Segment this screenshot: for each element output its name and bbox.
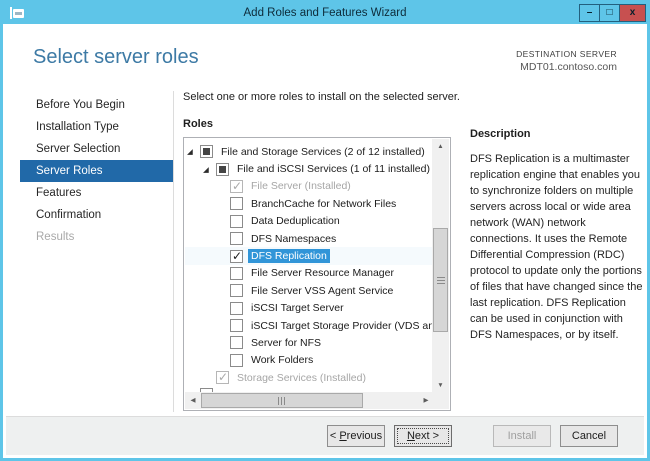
- sidebar-item-results: Results: [20, 226, 173, 248]
- instruction-text: Select one or more roles to install on t…: [183, 91, 453, 103]
- roles-tree-rows: ◢ File and Storage Services (2 of 12 ins…: [185, 139, 434, 394]
- collapse-triangle-icon[interactable]: ◢: [187, 145, 200, 158]
- wizard-content: Select server roles DESTINATION SERVER M…: [6, 27, 644, 416]
- tree-item-dfs-replication[interactable]: DFS Replication: [185, 247, 434, 264]
- scrollbar-corner: [432, 392, 449, 409]
- roles-tree: ◢ File and Storage Services (2 of 12 ins…: [183, 137, 451, 411]
- sidebar-item-confirmation[interactable]: Confirmation: [20, 204, 173, 226]
- tree-item-branchcache[interactable]: BranchCache for Network Files: [185, 195, 434, 212]
- tree-item-file-server[interactable]: File Server (Installed): [185, 178, 434, 195]
- install-button[interactable]: Install: [493, 425, 551, 447]
- tree-item-server-for-nfs[interactable]: Server for NFS: [185, 334, 434, 351]
- horizontal-scroll-thumb[interactable]: [201, 393, 363, 408]
- thumb-grip: [278, 397, 286, 405]
- tree-item-dfs-namespaces[interactable]: DFS Namespaces: [185, 230, 434, 247]
- checkbox-checked-disabled: [216, 371, 229, 384]
- scroll-up-arrow-icon[interactable]: ▲: [432, 139, 449, 155]
- sidebar-divider: [173, 91, 174, 412]
- tree-item-storage-services[interactable]: Storage Services (Installed): [185, 369, 434, 386]
- tree-item-fs-resource-manager[interactable]: File Server Resource Manager: [185, 265, 434, 282]
- checkbox-unchecked[interactable]: [230, 197, 243, 210]
- next-button[interactable]: Next >: [394, 425, 452, 447]
- checkbox-unchecked[interactable]: [230, 267, 243, 280]
- wizard-window: Add Roles and Features Wizard – □ x Sele…: [0, 0, 650, 461]
- wizard-steps-sidebar: Before You Begin Installation Type Serve…: [20, 94, 173, 248]
- checkbox-unchecked[interactable]: [230, 302, 243, 315]
- description-heading: Description: [470, 128, 644, 140]
- titlebar: Add Roles and Features Wizard – □ x: [3, 3, 647, 24]
- checkbox-unchecked[interactable]: [230, 354, 243, 367]
- destination-server-block: DESTINATION SERVER MDT01.contoso.com: [516, 49, 617, 73]
- destination-server-label: DESTINATION SERVER: [516, 49, 617, 59]
- checkbox-indeterminate[interactable]: [216, 163, 229, 176]
- roles-pane: Select one or more roles to install on t…: [183, 91, 453, 411]
- page-title: Select server roles: [33, 46, 199, 69]
- description-text: DFS Replication is a multimaster replica…: [470, 151, 644, 343]
- tree-item-file-and-iscsi-services[interactable]: ◢ File and iSCSI Services (1 of 11 insta…: [185, 160, 434, 177]
- wizard-footer: < Previous Next > Install Cancel: [6, 416, 644, 455]
- sidebar-item-server-roles[interactable]: Server Roles: [20, 160, 173, 182]
- checkbox-unchecked[interactable]: [230, 319, 243, 332]
- tree-item-data-deduplication[interactable]: Data Deduplication: [185, 213, 434, 230]
- scroll-left-arrow-icon[interactable]: ◀: [185, 392, 201, 409]
- tree-item-work-folders[interactable]: Work Folders: [185, 352, 434, 369]
- sidebar-item-features[interactable]: Features: [20, 182, 173, 204]
- tree-item-iscsi-target-server[interactable]: iSCSI Target Server: [185, 300, 434, 317]
- vertical-scrollbar[interactable]: ▲ ▼: [432, 139, 449, 394]
- checkbox-unchecked[interactable]: [230, 336, 243, 349]
- vertical-scroll-thumb[interactable]: [433, 228, 448, 332]
- checkbox-unchecked[interactable]: [230, 284, 243, 297]
- horizontal-scrollbar[interactable]: ◀ ▶: [185, 392, 434, 409]
- checkbox-unchecked[interactable]: [230, 215, 243, 228]
- close-button[interactable]: x: [619, 4, 646, 22]
- collapse-triangle-icon[interactable]: ◢: [203, 163, 216, 176]
- sidebar-item-server-selection[interactable]: Server Selection: [20, 138, 173, 160]
- previous-button[interactable]: < Previous: [327, 425, 385, 447]
- checkbox-checked-disabled: [230, 180, 243, 193]
- sidebar-item-installation-type[interactable]: Installation Type: [20, 116, 173, 138]
- tree-item-iscsi-target-storage-provider[interactable]: iSCSI Target Storage Provider (VDS and V…: [185, 317, 434, 334]
- checkbox-unchecked[interactable]: [230, 232, 243, 245]
- description-panel: Description DFS Replication is a multima…: [470, 128, 644, 343]
- roles-list-label: Roles: [183, 118, 453, 130]
- sidebar-item-before-you-begin[interactable]: Before You Begin: [20, 94, 173, 116]
- window-title: Add Roles and Features Wizard: [3, 3, 647, 24]
- tree-item-file-and-storage-services[interactable]: ◢ File and Storage Services (2 of 12 ins…: [185, 143, 434, 160]
- tree-item-fs-vss-agent[interactable]: File Server VSS Agent Service: [185, 282, 434, 299]
- maximize-button[interactable]: □: [599, 4, 620, 22]
- cancel-button[interactable]: Cancel: [560, 425, 618, 447]
- checkbox-indeterminate[interactable]: [200, 145, 213, 158]
- thumb-grip: [437, 277, 445, 285]
- minimize-button[interactable]: –: [579, 4, 600, 22]
- destination-server-name: MDT01.contoso.com: [516, 61, 617, 73]
- checkbox-checked[interactable]: [230, 250, 243, 263]
